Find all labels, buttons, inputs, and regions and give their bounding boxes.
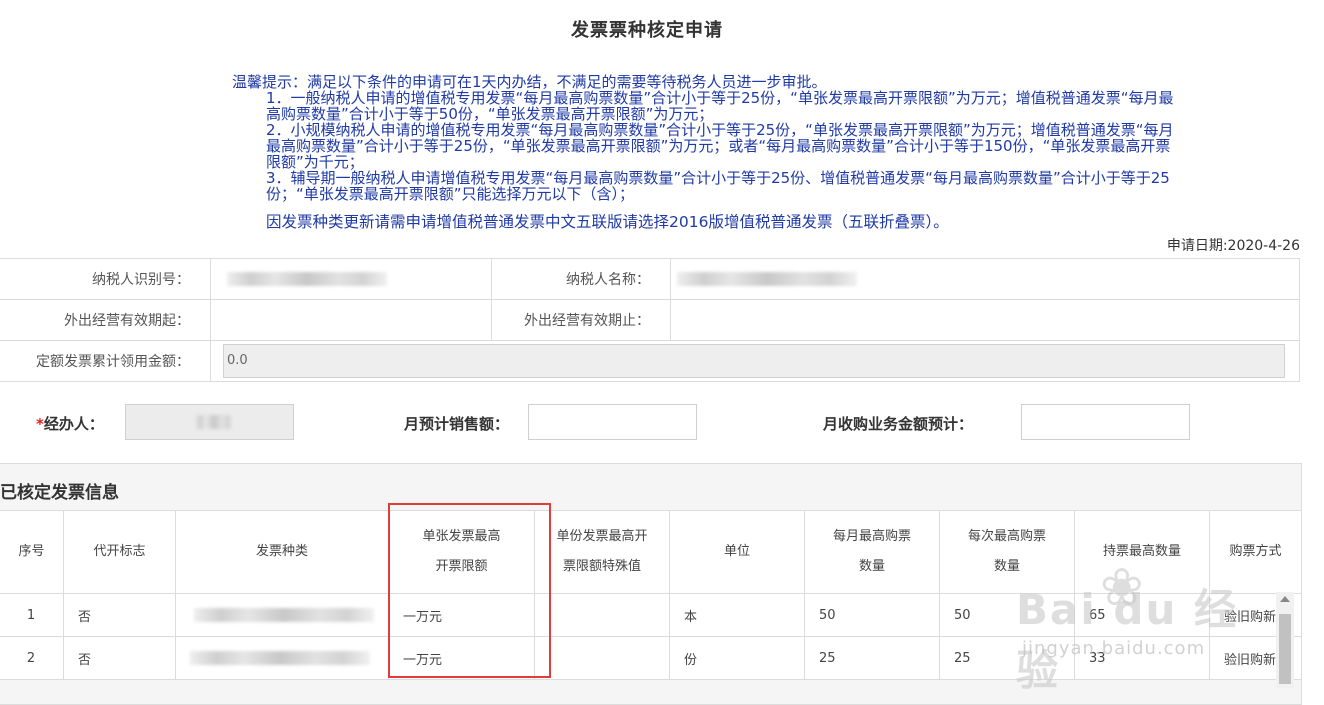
- col-special-limit-line2: 票限额特殊值: [562, 559, 641, 574]
- notice-item-2: 2．小规模纳税人申请的增值税专用发票“每月最高购票数量”合计小于等于25份，“单…: [266, 121, 1174, 171]
- table-scrollbar[interactable]: [1276, 592, 1294, 688]
- scroll-up-arrow-icon[interactable]: [1280, 596, 1290, 602]
- row-invoice-type: [175, 636, 389, 680]
- redacted-taxpayer-name: [677, 272, 857, 286]
- col-invoice-type: 发票种类: [175, 510, 389, 594]
- notice-item-1: 1．一般纳税人申请的增值税专用发票“每月最高购票数量”合计小于等于25份，“单张…: [266, 89, 1174, 123]
- col-agent-flag: 代开标志: [63, 510, 176, 594]
- row-each-max: 25: [939, 636, 1075, 680]
- col-special-limit: 单份发票最高开 票限额特殊值: [534, 510, 670, 594]
- monthly-purchase-label: 月收购业务金额预计：: [823, 415, 974, 433]
- taxpayer-info-table: 纳税人识别号： 纳税人名称： 外出经营有效期起： 外出经营有效期止： 定额发票累…: [0, 258, 1300, 382]
- handler-label-group: *经办人：: [36, 413, 104, 434]
- col-monthly-max-line2: 数量: [858, 559, 885, 574]
- row-seq: 1: [0, 593, 64, 637]
- row-hold-max: 65: [1074, 593, 1210, 637]
- row-max-single-limit: 一万元: [388, 636, 535, 680]
- quota-amount-field: 0.0: [223, 344, 1285, 378]
- table-row[interactable]: 2 否 一万元 份 25 25 33 验旧购新: [0, 636, 1302, 680]
- valid-to-label: 外出经营有效期止：: [491, 299, 671, 341]
- quota-amount-label: 定额发票累计领用金额：: [0, 340, 211, 382]
- quota-amount-cell: 0.0: [210, 340, 1300, 382]
- handler-input[interactable]: [125, 404, 294, 440]
- required-mark: *: [36, 415, 44, 433]
- apply-date: 申请日期:2020-4-26: [1166, 238, 1300, 254]
- valid-from-value: [210, 299, 492, 341]
- page-title: 发票票种核定申请: [571, 20, 723, 41]
- row-special-limit: [534, 636, 670, 680]
- row-monthly-max: 25: [804, 636, 940, 680]
- row-unit: 份: [669, 636, 805, 680]
- approved-invoice-table: 序号 代开标志 发票种类 单张发票最高 开票限额 单份发票最高开 票限额特殊值 单位…: [0, 510, 1302, 680]
- notice-block: 温馨提示：满足以下条件的申请可在1天内办结，不满足的需要等待税务人员进一步审批。…: [232, 74, 1182, 230]
- row-agent-flag: 否: [63, 593, 176, 637]
- monthly-sales-input[interactable]: [528, 404, 697, 440]
- table-header-row: 序号 代开标志 发票种类 单张发票最高 开票限额 单份发票最高开 票限额特殊值 单位…: [0, 510, 1302, 594]
- redacted-invoice-type: [190, 651, 370, 665]
- valid-from-label: 外出经营有效期起：: [0, 299, 211, 341]
- col-each-max-line1: 每次最高购票: [967, 529, 1046, 544]
- col-max-single-limit-line1: 单张发票最高: [422, 529, 501, 544]
- col-monthly-max-line1: 每月最高购票: [832, 529, 911, 544]
- section-title: 已核定发票信息: [0, 483, 119, 503]
- handler-label: 经办人：: [43, 415, 104, 433]
- row-each-max: 50: [939, 593, 1075, 637]
- row-unit: 本: [669, 593, 805, 637]
- row-seq: 2: [0, 636, 64, 680]
- taxpayer-name-value: [670, 258, 1300, 300]
- row-monthly-max: 50: [804, 593, 940, 637]
- taxpayer-id-label: 纳税人识别号：: [0, 258, 211, 300]
- valid-to-value: [670, 299, 1300, 341]
- col-each-max: 每次最高购票 数量: [939, 510, 1075, 594]
- notice-invoice-update: 因发票种类更新请需申请增值税普通发票中文五联版请选择2016版增值税普通发票（五…: [266, 213, 949, 231]
- monthly-purchase-input[interactable]: [1021, 404, 1190, 440]
- redacted-invoice-type: [194, 608, 374, 622]
- taxpayer-id-value: [210, 258, 492, 300]
- col-purchase-method: 购票方式: [1209, 510, 1302, 594]
- col-special-limit-line1: 单份发票最高开: [556, 529, 648, 544]
- col-each-max-line2: 数量: [993, 559, 1020, 574]
- col-monthly-max: 每月最高购票 数量: [804, 510, 940, 594]
- row-invoice-type: [175, 593, 389, 637]
- row-agent-flag: 否: [63, 636, 176, 680]
- handler-form-row: *经办人： 月预计销售额： 月收购业务金额预计：: [0, 404, 1300, 440]
- table-row[interactable]: 1 否 一万元 本 50 50 65 验旧购新: [0, 593, 1302, 637]
- row-hold-max: 33: [1074, 636, 1210, 680]
- col-seq: 序号: [0, 510, 64, 594]
- scrollbar-thumb[interactable]: [1279, 614, 1291, 684]
- col-max-single-limit-line2: 开票限额: [435, 559, 488, 574]
- redacted-taxpayer-id: [227, 272, 387, 286]
- row-special-limit: [534, 593, 670, 637]
- monthly-sales-label: 月预计销售额：: [404, 415, 510, 433]
- notice-intro: 温馨提示：满足以下条件的申请可在1天内办结，不满足的需要等待税务人员进一步审批。: [232, 73, 827, 91]
- redacted-handler-name: [194, 415, 234, 429]
- col-max-single-limit: 单张发票最高 开票限额: [388, 510, 535, 594]
- taxpayer-name-label: 纳税人名称：: [491, 258, 671, 300]
- row-max-single-limit: 一万元: [388, 593, 535, 637]
- col-hold-max: 持票最高数量: [1074, 510, 1210, 594]
- notice-item-3: 3．辅导期一般纳税人申请增值税专用发票“每月最高购票数量”合计小于等于25份、增…: [266, 169, 1170, 203]
- col-unit: 单位: [669, 510, 805, 594]
